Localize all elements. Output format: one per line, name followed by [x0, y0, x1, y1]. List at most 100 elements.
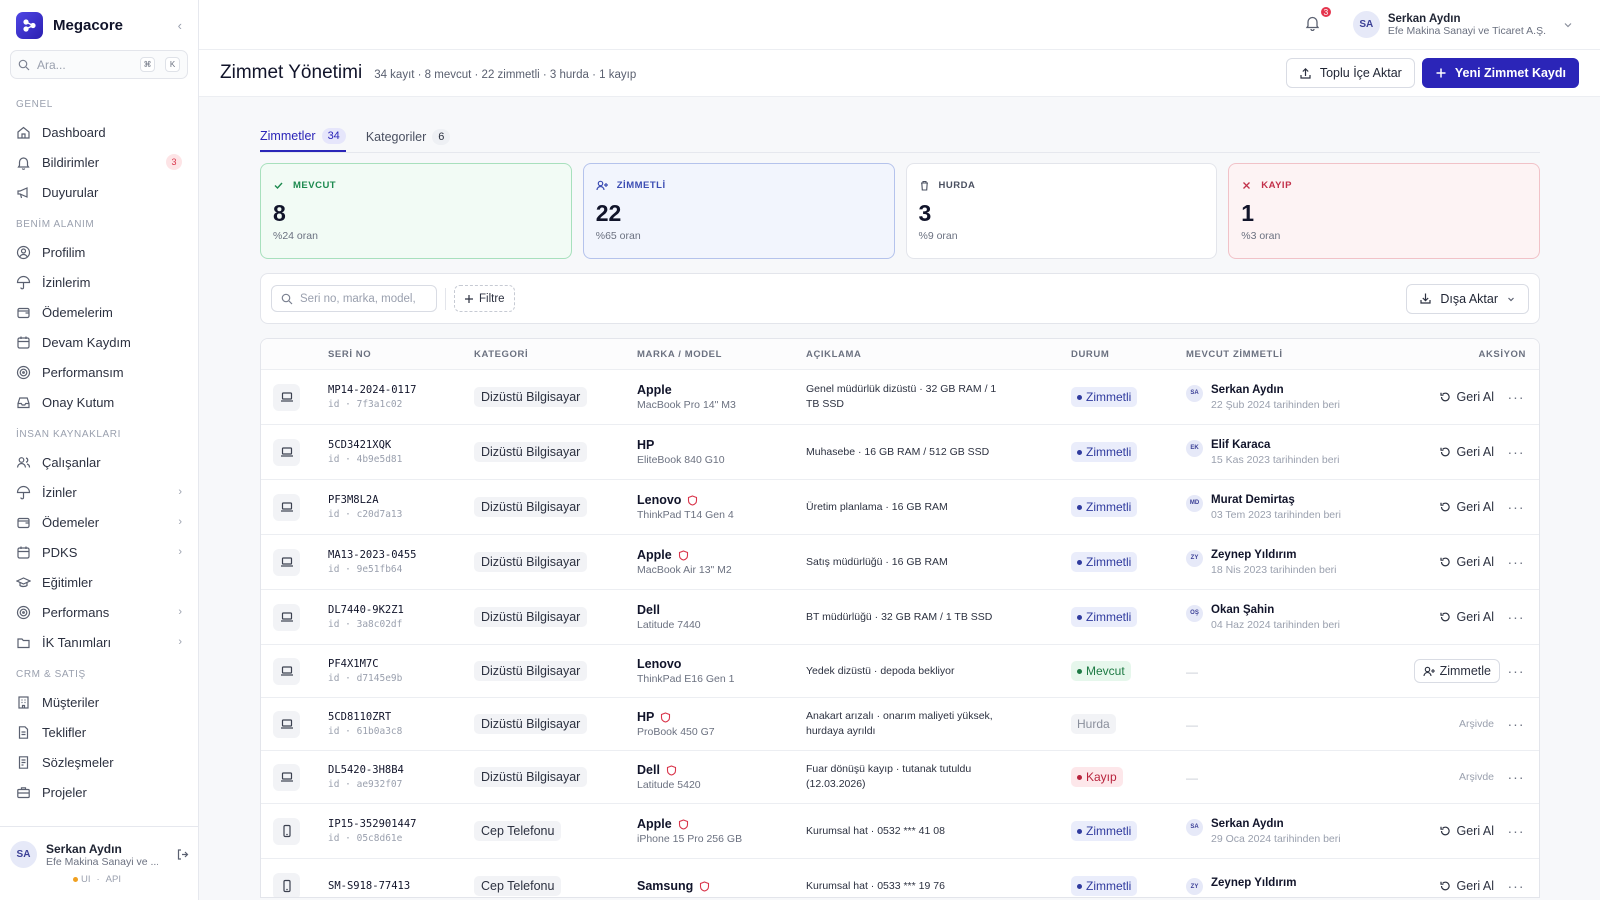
more-options-icon[interactable]: ··· — [1506, 389, 1526, 405]
table-row[interactable]: IP15-352901447 id · 05c8d61e Cep Telefonu A… — [261, 804, 1539, 859]
header-current-user[interactable]: MEVCUT ZİMMETLİ — [1186, 349, 1396, 360]
status-badge: Zimmetli — [1071, 607, 1138, 627]
card-hurda[interactable]: HURDA 3 %9 oran — [905, 163, 1218, 259]
serial-number: MP14-2024-0117 — [328, 384, 417, 396]
undo-icon — [1440, 502, 1451, 512]
notifications-button[interactable]: 3 — [1305, 4, 1333, 35]
return-button[interactable]: Geri Al — [1433, 874, 1500, 897]
table-row[interactable]: DL7440-9K2Z1 id · 3a8c02df Dizüstü Bilgisa… — [261, 590, 1539, 645]
sidebar-item-ödemeler[interactable]: Ödemeler › — [0, 507, 198, 537]
serial-number: SM-S918-77413 — [328, 880, 411, 892]
table-row[interactable]: SM-S918-77413 Cep Telefonu Samsung Kurumsal… — [261, 859, 1539, 897]
return-button[interactable]: Geri Al — [1433, 550, 1500, 574]
brand-text: Dell — [637, 763, 660, 777]
sidebar-search-input[interactable]: Ara... ⌘ K — [10, 50, 188, 79]
assign-button[interactable]: Zimmetle — [1413, 659, 1500, 683]
card-zimmetli[interactable]: ZİMMETLİ 22 %65 oran — [582, 163, 895, 259]
sidebar-item-bildirimler[interactable]: Bildirimler 3 — [0, 147, 198, 177]
card-kayip[interactable]: KAYIP 1 %3 oran — [1228, 163, 1540, 259]
undo-icon — [1440, 447, 1451, 457]
new-assignment-label: Yeni Zimmet Kaydı — [1454, 66, 1566, 80]
table-row[interactable]: 5CD8110ZRT id · 61b0a3c8 Dizüstü Bilgisaya… — [261, 698, 1539, 751]
user-name: Elif Karaca — [1211, 438, 1271, 451]
undo-icon — [1440, 392, 1451, 402]
assigned-user: EK Elif Karaca 15 Kas 2023 tarihinden beri — [1186, 439, 1396, 466]
return-label: Geri Al — [1456, 610, 1494, 624]
archived-label: Arşivde — [1458, 771, 1494, 783]
return-button[interactable]: Geri Al — [1433, 495, 1500, 519]
return-button[interactable]: Geri Al — [1433, 819, 1500, 843]
sidebar-item-i-zinlerim[interactable]: İzinlerim — [0, 267, 198, 297]
sidebar-item-performansım[interactable]: Performansım — [0, 357, 198, 387]
table-row[interactable]: MA13-2023-0455 id · 9e51fb64 Dizüstü Bilgi… — [261, 535, 1539, 590]
sidebar-item-müşteriler[interactable]: Müşteriler — [0, 687, 198, 717]
header-status[interactable]: DURUM — [1071, 349, 1186, 360]
chevron-down-icon — [1508, 297, 1514, 301]
logout-icon[interactable] — [176, 848, 189, 861]
sidebar-item-ödemelerim[interactable]: Ödemelerim — [0, 297, 198, 327]
laptop-icon — [273, 438, 300, 466]
new-assignment-button[interactable]: Yeni Zimmet Kaydı — [1421, 58, 1579, 88]
filter-button[interactable]: Filtre — [454, 285, 515, 312]
record-id: id · ae932f07 — [328, 779, 403, 790]
sidebar-item-sözleşmeler[interactable]: Sözleşmeler — [0, 747, 198, 777]
card-mevcut[interactable]: MEVCUT 8 %24 oran — [260, 163, 572, 259]
sidebar-item-pdks[interactable]: PDKS › — [0, 537, 198, 567]
more-options-icon[interactable]: ··· — [1506, 878, 1526, 894]
sidebar-item-projeler[interactable]: Projeler — [0, 777, 198, 807]
table-search-input[interactable]: Seri no, marka, model, — [271, 285, 437, 312]
export-button[interactable]: Dışa Aktar — [1406, 283, 1529, 314]
sidebar-item-teklifler[interactable]: Teklifler — [0, 717, 198, 747]
sidebar-item-devam-kaydım[interactable]: Devam Kaydım — [0, 327, 198, 357]
sidebar-item-dashboard[interactable]: Dashboard — [0, 117, 198, 147]
more-options-icon[interactable]: ··· — [1506, 716, 1526, 732]
header-serial[interactable]: SERİ NO — [328, 349, 474, 360]
more-options-icon[interactable]: ··· — [1506, 554, 1526, 570]
sidebar-item-i-k-tanımları[interactable]: İK Tanımları › — [0, 627, 198, 657]
toolbar-divider — [445, 287, 446, 310]
table-row[interactable]: 5CD3421XQK id · 4b9e5d81 Dizüstü Bilgisaya… — [261, 425, 1539, 480]
return-button[interactable]: Geri Al — [1433, 440, 1500, 464]
chevron-right-icon: › — [178, 606, 182, 618]
sidebar: Megacore ‹ Ara... ⌘ K GENEL Dashboard Bild… — [0, 0, 199, 900]
brand-name: Lenovo — [637, 657, 806, 671]
more-options-icon[interactable]: ··· — [1506, 609, 1526, 625]
brand-name: Samsung — [637, 879, 806, 893]
sidebar-item-çalışanlar[interactable]: Çalışanlar — [0, 447, 198, 477]
sidebar-item-profilim[interactable]: Profilim — [0, 237, 198, 267]
tab-kategoriler[interactable]: Kategoriler 6 — [366, 122, 451, 152]
table-row[interactable]: PF4X1M7C id · d7145e9b Dizüstü Bilgisayar L… — [261, 645, 1539, 698]
table-row[interactable]: DL5420-3H8B4 id · ae932f07 Dizüstü Bilgisa… — [261, 751, 1539, 804]
sidebar-item-onay-kutum[interactable]: Onay Kutum — [0, 387, 198, 417]
return-button[interactable]: Geri Al — [1433, 605, 1500, 629]
brand-name: Megacore — [53, 16, 124, 34]
more-options-icon[interactable]: ··· — [1506, 663, 1526, 679]
sidebar-user-name: Serkan Aydın — [46, 841, 122, 856]
sidebar-item-duyurular[interactable]: Duyurular — [0, 177, 198, 207]
table-row[interactable]: MP14-2024-0117 id · 7f3a1c02 Dizüstü Bilgi… — [261, 370, 1539, 425]
more-options-icon[interactable]: ··· — [1506, 499, 1526, 515]
table-row[interactable]: PF3M8L2A id · c20d7a13 Dizüstü Bilgisayar L… — [261, 480, 1539, 535]
sidebar-item-performans[interactable]: Performans › — [0, 597, 198, 627]
sidebar-item-label: Dashboard — [42, 124, 106, 140]
chevron-right-icon: › — [178, 486, 182, 498]
assigned-since: 22 Şub 2024 tarihinden beri — [1211, 398, 1341, 411]
collapse-sidebar-icon[interactable]: ‹ — [178, 18, 182, 33]
more-options-icon[interactable]: ··· — [1506, 823, 1526, 839]
sidebar-item-eğitimler[interactable]: Eğitimler — [0, 567, 198, 597]
more-options-icon[interactable]: ··· — [1506, 769, 1526, 785]
sidebar-item-label: Eğitimler — [42, 574, 93, 590]
header-category[interactable]: KATEGORİ — [474, 349, 637, 360]
bulk-import-button[interactable]: Toplu İçe Aktar — [1285, 58, 1415, 88]
header-description[interactable]: AÇIKLAMA — [806, 349, 1071, 360]
avatar[interactable]: SA — [10, 841, 37, 868]
return-button[interactable]: Geri Al — [1433, 385, 1500, 409]
record-id: id · 7f3a1c02 — [328, 399, 403, 410]
tab-zimmetler[interactable]: Zimmetler 34 — [260, 122, 346, 152]
brand-name: Apple — [637, 817, 806, 831]
more-options-icon[interactable]: ··· — [1506, 444, 1526, 460]
sidebar-item-i-zinler[interactable]: İzinler › — [0, 477, 198, 507]
nav-section-title: İNSAN KAYNAKLARI — [16, 429, 122, 440]
user-menu[interactable]: SA Serkan Aydın Efe Makina Sanayi ve Tic… — [1352, 11, 1574, 38]
header-brand[interactable]: MARKA / MODEL — [637, 349, 806, 360]
